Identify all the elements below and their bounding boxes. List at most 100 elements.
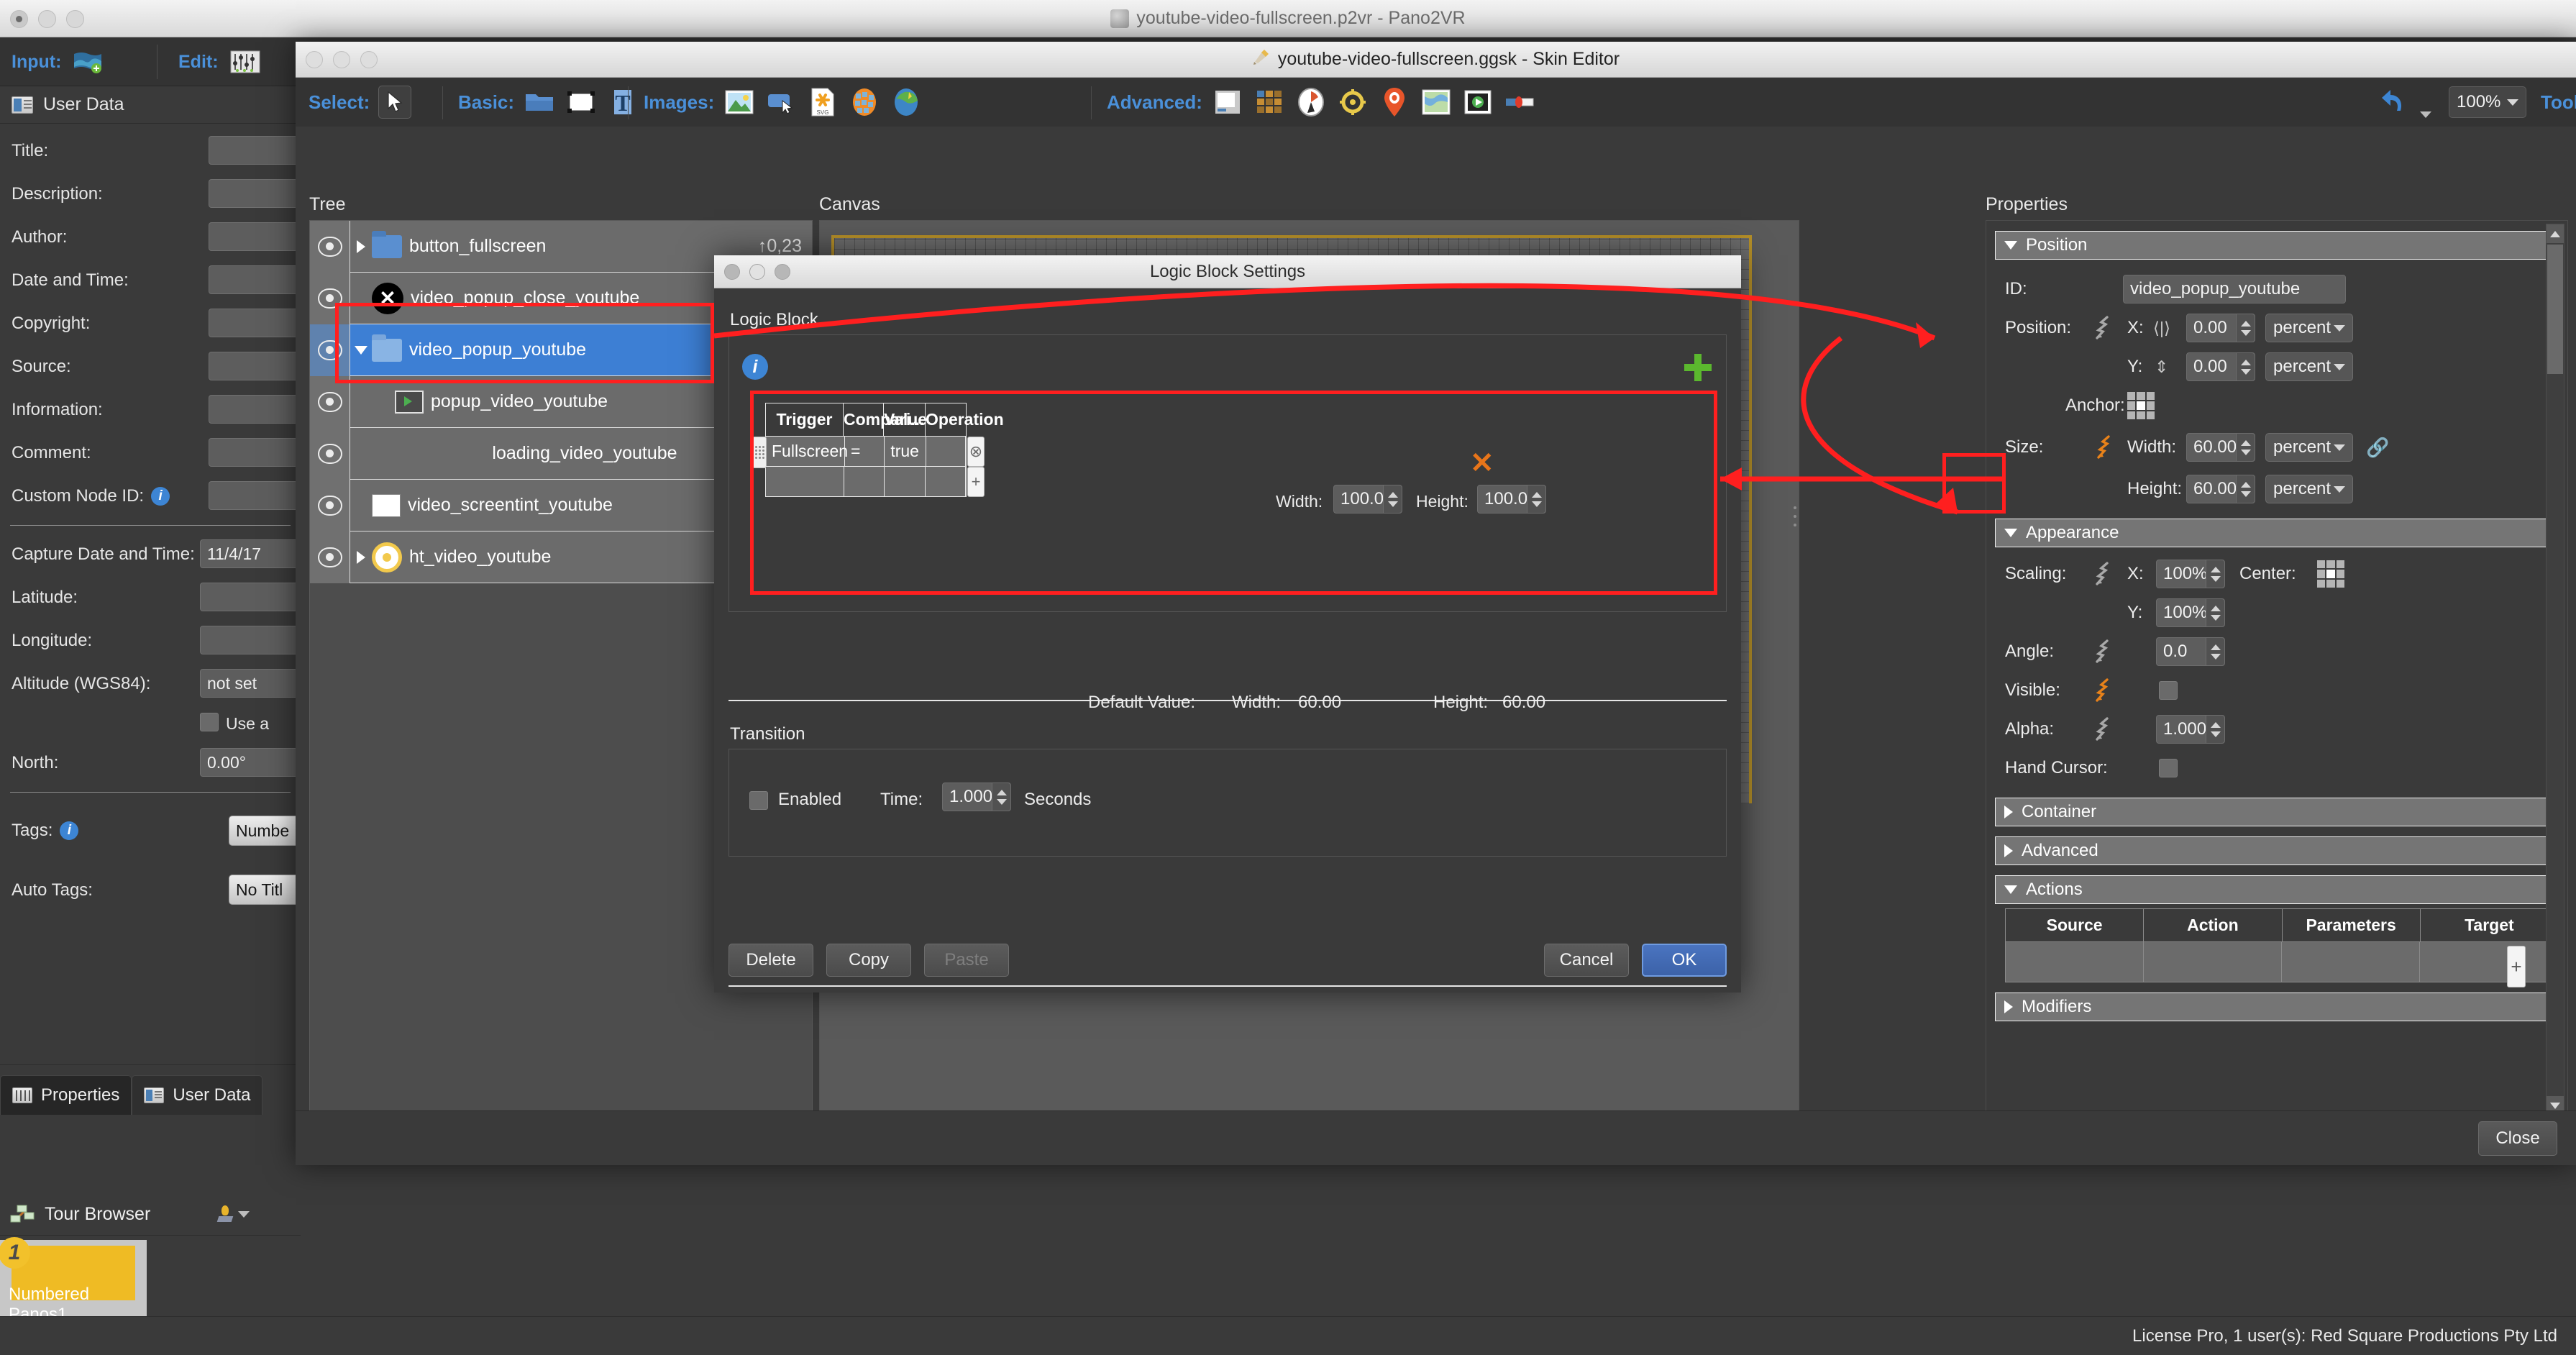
table-row[interactable] [2006,941,2558,982]
scroll-up-button[interactable] [2547,224,2564,243]
main-window-traffic-lights[interactable] [10,10,84,28]
transition-enabled-checkbox[interactable] [749,791,768,810]
slider-icon[interactable] [1503,86,1536,119]
copy-button[interactable]: Copy [826,944,911,977]
logic-block-traffic-lights[interactable] [724,264,790,280]
property-width-input[interactable]: 60.00 [2186,433,2255,462]
property-x-unit-combo[interactable]: percent [2265,314,2353,342]
maximize-window-button[interactable] [775,264,790,280]
cell-operation[interactable] [926,437,966,466]
chevron-down-icon[interactable] [2420,111,2431,118]
anchor-grid-selector[interactable] [2127,392,2155,419]
sliders-icon[interactable] [229,45,262,78]
stepper-arrows[interactable] [2206,716,2224,743]
list-item[interactable]: 1 Numbered Panos1 [0,1237,147,1328]
external-window-icon[interactable] [1211,86,1244,119]
logic-block-icon[interactable] [2091,562,2116,586]
cell-action[interactable] [2144,942,2282,982]
logic-block-icon-active[interactable] [2093,435,2117,460]
close-window-button[interactable] [724,264,740,280]
folder-icon[interactable] [523,86,556,119]
info-icon[interactable]: i [151,487,170,506]
tab-user-data[interactable]: User Data [132,1075,263,1115]
rectangle-icon[interactable] [565,86,598,119]
disclosure-triangle-collapsed[interactable] [350,239,372,253]
drag-handle[interactable] [752,437,767,468]
stamp-dropdown[interactable] [218,1205,250,1224]
properties-vscrollbar[interactable] [2546,224,2564,1116]
tab-properties[interactable]: Properties [0,1075,132,1115]
info-icon[interactable]: i [60,821,79,840]
cell-trigger[interactable]: Fullscreen [766,437,848,466]
table-row[interactable]: + [766,466,985,497]
visibility-toggle[interactable] [310,427,350,480]
button-icon[interactable] [764,86,798,119]
cell-value[interactable] [885,467,926,496]
stepper-arrows[interactable] [1527,485,1545,513]
section-position[interactable]: Position [1995,231,2559,260]
table-row[interactable]: Fullscreen = true ⊗ [752,436,985,468]
logic-block-icon-active[interactable] [2091,678,2116,703]
disclosure-triangle-collapsed[interactable] [350,550,372,564]
add-panorama-icon[interactable] [71,45,104,78]
map-icon[interactable] [890,86,923,119]
property-scale-x-input[interactable]: 100% [2156,560,2225,588]
minimize-window-button[interactable] [38,10,56,28]
minimize-window-button[interactable] [749,264,765,280]
property-hand-cursor-checkbox[interactable] [2159,759,2178,777]
skin-editor-traffic-lights[interactable] [306,51,378,68]
use-altitude-checkbox[interactable] [200,713,219,731]
undo-icon[interactable] [2378,86,2411,119]
plus-icon[interactable]: + [967,467,985,497]
cell-parameters[interactable] [2282,942,2420,982]
transition-time-input[interactable]: 1.000 [942,783,1011,811]
visibility-toggle[interactable] [310,324,350,376]
cell-target[interactable] [2420,942,2558,982]
close-window-button[interactable] [10,10,28,28]
svg-icon[interactable]: SVG [806,86,839,119]
close-window-button[interactable] [306,51,323,68]
stepper-arrows[interactable] [2236,475,2255,503]
stepper-arrows[interactable] [992,783,1010,811]
property-id-input[interactable]: video_popup_youtube [2123,275,2346,304]
visibility-toggle[interactable] [310,220,350,273]
globe-hotspot-icon[interactable] [848,86,881,119]
maximize-window-button[interactable] [66,10,84,28]
add-action-button[interactable]: + [2507,946,2526,987]
property-y-unit-combo[interactable]: percent [2265,352,2353,381]
panel-splitter[interactable] [1791,501,1799,587]
stepper-arrows[interactable] [2206,599,2224,626]
cell-operation[interactable] [926,467,966,496]
info-icon[interactable]: i [742,354,768,380]
stepper-arrows[interactable] [1383,485,1402,513]
stepper-arrows[interactable] [2236,353,2255,380]
delete-button[interactable]: Delete [729,944,813,977]
compass-icon[interactable] [1294,86,1328,119]
section-actions[interactable]: Actions [1995,875,2559,904]
thumbnail-grid-icon[interactable] [1253,86,1286,119]
arrow-cursor-icon[interactable] [378,86,412,119]
property-width-unit-combo[interactable]: percent [2265,433,2353,462]
cell-comparison[interactable] [844,467,885,496]
property-visible-checkbox[interactable] [2159,681,2178,700]
logic-block-icon[interactable] [2091,639,2116,664]
property-height-unit-combo[interactable]: percent [2265,475,2353,503]
cell-comparison[interactable]: = [845,437,885,466]
remove-circle-icon[interactable]: ⊗ [967,437,985,467]
cell-source[interactable] [2006,942,2144,982]
section-appearance[interactable]: Appearance [1995,519,2559,547]
cell-value[interactable]: true [885,437,926,466]
target-icon[interactable] [1336,86,1369,119]
map-pin-icon[interactable] [1378,86,1411,119]
stepper-arrows[interactable] [2236,434,2255,461]
property-alpha-input[interactable]: 1.000 [2156,715,2225,744]
maximize-window-button[interactable] [360,51,378,68]
cell-trigger[interactable] [766,467,845,496]
video-icon[interactable] [1461,86,1494,119]
minimize-window-button[interactable] [333,51,350,68]
stepper-arrows[interactable] [2206,560,2224,588]
scrollbar-thumb[interactable] [2547,245,2563,374]
world-map-icon[interactable] [1420,86,1453,119]
visibility-toggle[interactable] [310,272,350,324]
logic-width-input[interactable]: 100.00 [1333,485,1402,514]
